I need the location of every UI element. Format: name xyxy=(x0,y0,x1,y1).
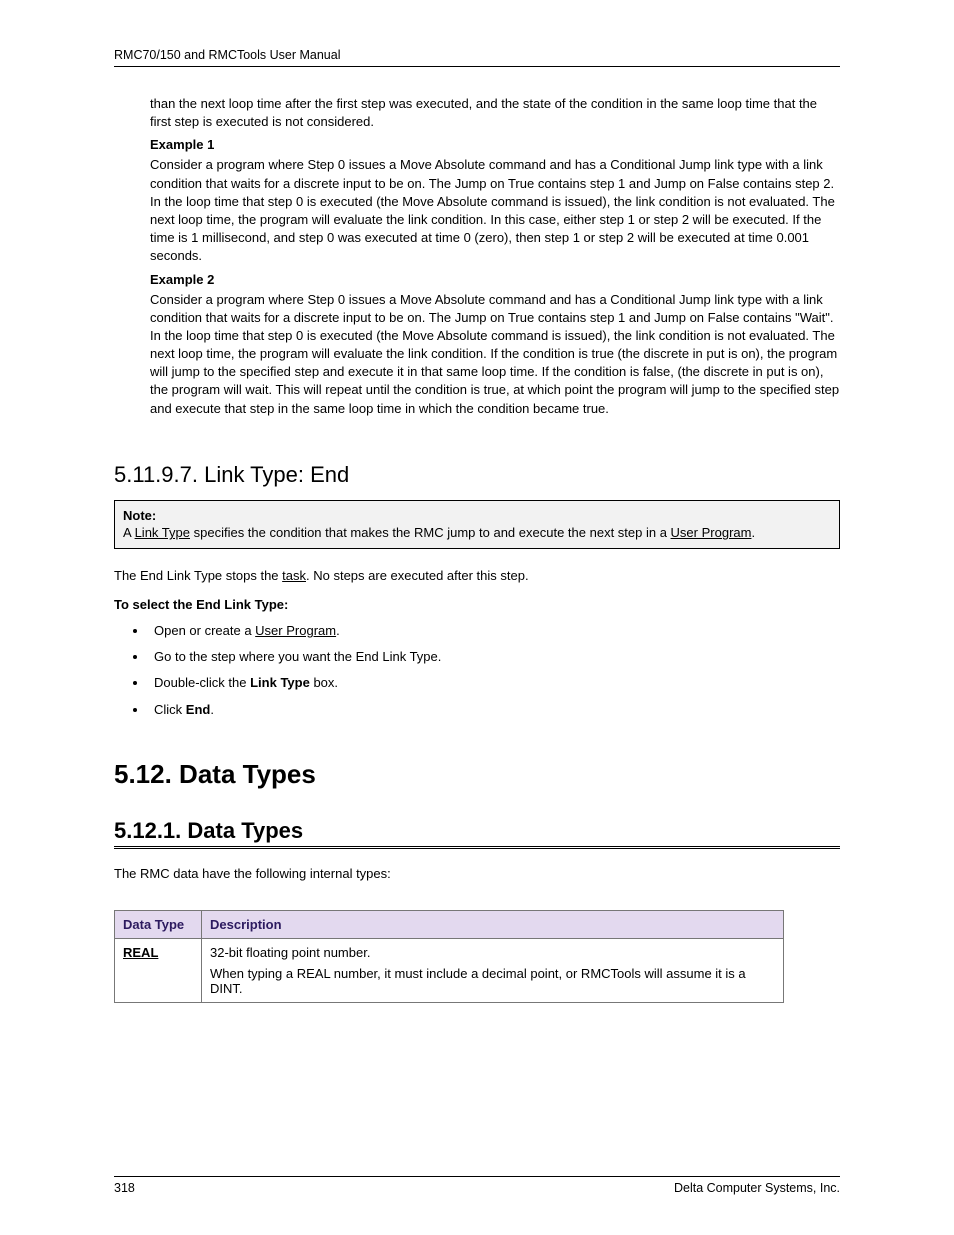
list-item: Go to the step where you want the End Li… xyxy=(148,648,840,666)
bullet-list: Open or create a User Program. Go to the… xyxy=(148,622,840,719)
note-box: Note: A Link Type specifies the conditio… xyxy=(114,500,840,549)
list-item: Click End. xyxy=(148,701,840,719)
data-types-intro: The RMC data have the following internal… xyxy=(114,865,840,883)
task-link[interactable]: task xyxy=(282,568,306,583)
end-desc-pre: The End Link Type stops the xyxy=(114,568,282,583)
desc-line-2: When typing a REAL number, it must inclu… xyxy=(210,966,775,996)
li-text: Click xyxy=(154,702,186,717)
note-mid: specifies the condition that makes the R… xyxy=(190,525,671,540)
list-item: Double-click the Link Type box. xyxy=(148,674,840,692)
note-label: Note: xyxy=(123,508,156,523)
table-header-description: Description xyxy=(202,911,784,939)
li-text: box. xyxy=(310,675,338,690)
double-rule xyxy=(114,846,840,849)
data-types-table: Data Type Description REAL 32-bit floati… xyxy=(114,910,784,1003)
user-program-link[interactable]: User Program xyxy=(671,525,752,540)
li-bold: Link Type xyxy=(250,675,310,690)
end-link-desc: The End Link Type stops the task. No ste… xyxy=(114,567,840,585)
desc-line-1: 32-bit floating point number. xyxy=(210,945,775,960)
note-pre: A xyxy=(123,525,135,540)
li-bold: End xyxy=(186,702,211,717)
example-1-heading: Example 1 xyxy=(150,137,840,152)
page-number: 318 xyxy=(114,1181,135,1195)
li-text: . xyxy=(210,702,214,717)
table-cell-desc: 32-bit floating point number. When typin… xyxy=(202,939,784,1003)
company-name: Delta Computer Systems, Inc. xyxy=(674,1181,840,1195)
heading-link-type-end: 5.11.9.7. Link Type: End xyxy=(114,462,840,488)
table-cell-type: REAL xyxy=(115,939,202,1003)
page-footer: 318 Delta Computer Systems, Inc. xyxy=(114,1176,840,1195)
li-text: Double-click the xyxy=(154,675,250,690)
page-header: RMC70/150 and RMCTools User Manual xyxy=(114,48,840,67)
example-2-heading: Example 2 xyxy=(150,272,840,287)
to-select-heading: To select the End Link Type: xyxy=(114,597,840,612)
example-2-text: Consider a program where Step 0 issues a… xyxy=(150,291,840,418)
note-post: . xyxy=(751,525,755,540)
heading-data-types-sub: 5.12.1. Data Types xyxy=(114,818,840,844)
li-text: . xyxy=(336,623,340,638)
user-program-link-2[interactable]: User Program xyxy=(255,623,336,638)
end-desc-post: . No steps are executed after this step. xyxy=(306,568,529,583)
intro-continuation: than the next loop time after the first … xyxy=(150,95,840,131)
real-link[interactable]: REAL xyxy=(123,945,158,960)
li-text: Open or create a xyxy=(154,623,255,638)
example-1-text: Consider a program where Step 0 issues a… xyxy=(150,156,840,265)
heading-data-types: 5.12. Data Types xyxy=(114,759,840,790)
table-header-datatype: Data Type xyxy=(115,911,202,939)
link-type-link[interactable]: Link Type xyxy=(135,525,190,540)
list-item: Open or create a User Program. xyxy=(148,622,840,640)
table-row: REAL 32-bit floating point number. When … xyxy=(115,939,784,1003)
table-header-row: Data Type Description xyxy=(115,911,784,939)
